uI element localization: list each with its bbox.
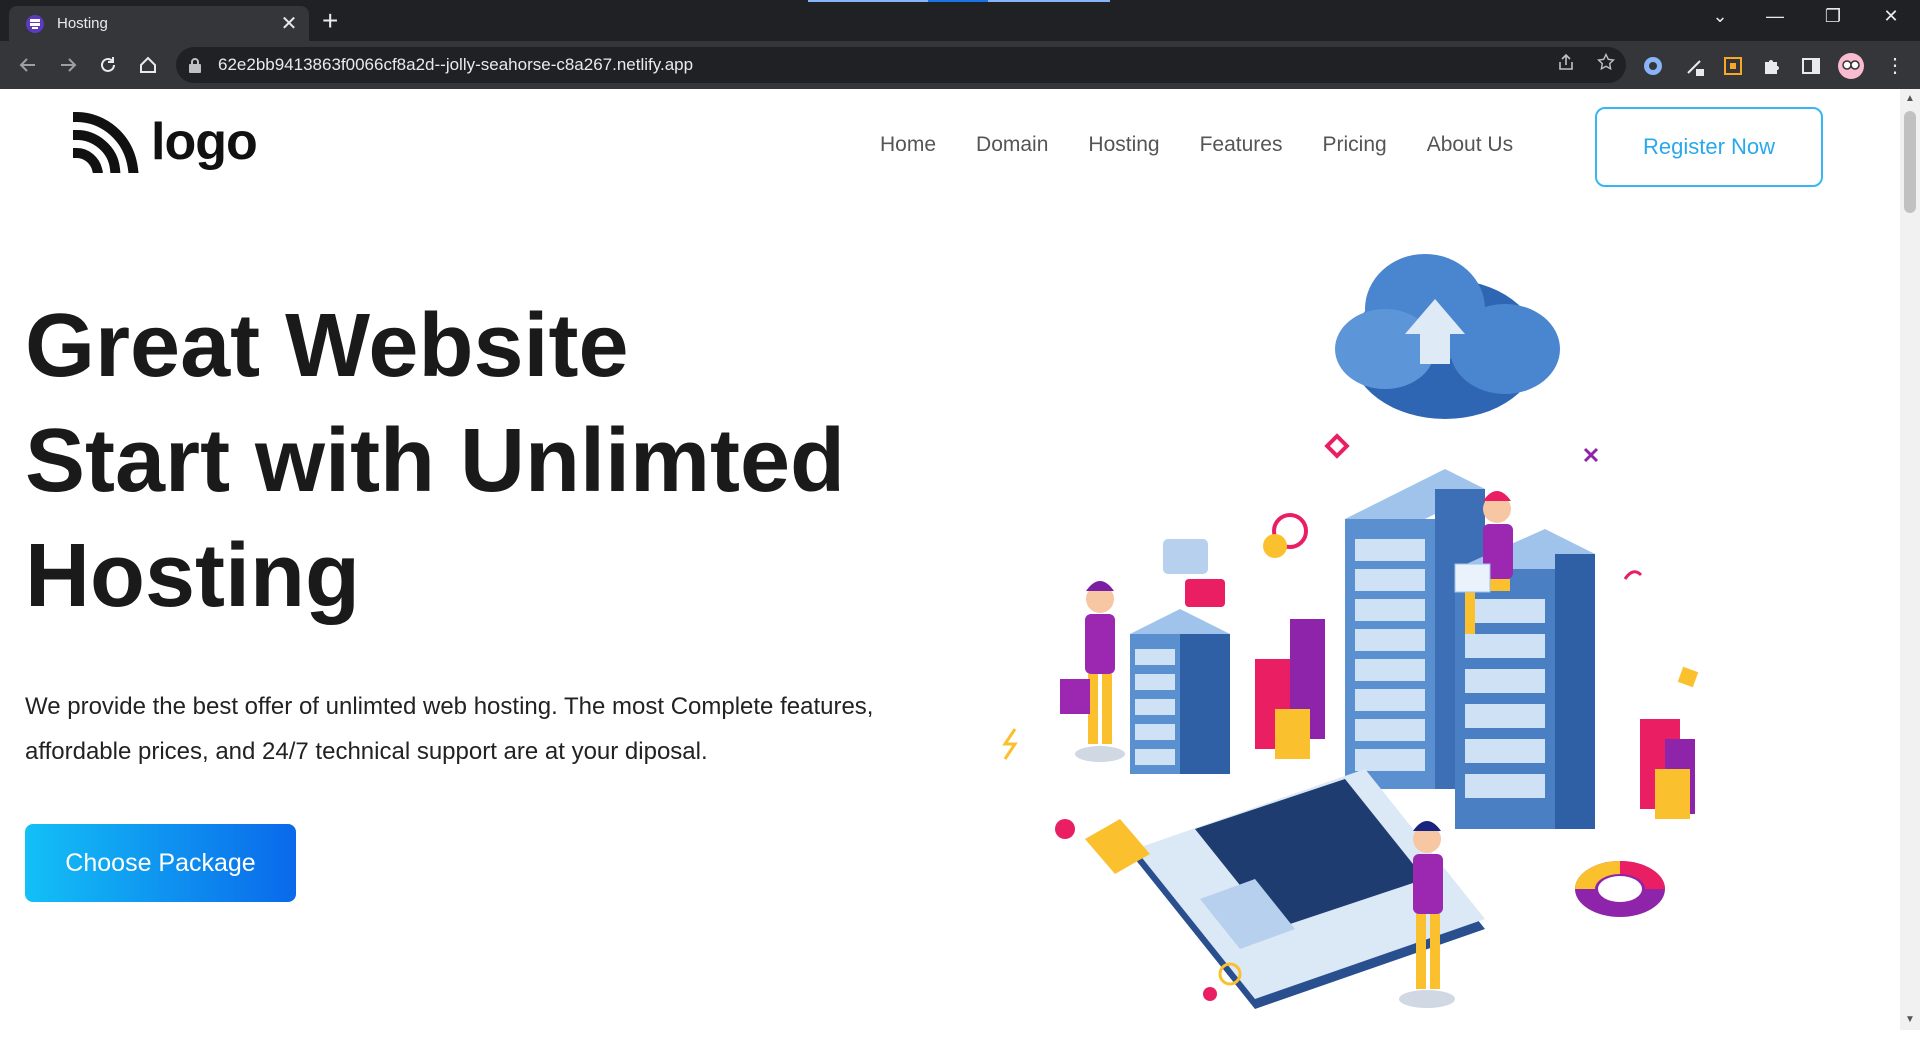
nav-home[interactable]: Home [880, 133, 936, 157]
menu-icon[interactable]: ⋮ [1880, 51, 1910, 81]
hero-title: Great Website Start with Unlimted Hostin… [25, 289, 845, 634]
tab-search-icon[interactable]: ⌄ [1700, 6, 1740, 27]
scroll-thumb[interactable] [1904, 111, 1916, 213]
choose-package-button[interactable]: Choose Package [25, 824, 296, 902]
pen-extension-icon[interactable] [1680, 51, 1710, 81]
nav-about-us[interactable]: About Us [1427, 133, 1513, 157]
forward-icon[interactable] [54, 51, 82, 79]
hero-description: We provide the best offer of unlimted we… [25, 693, 874, 765]
capture-extension-icon[interactable] [1718, 51, 1748, 81]
chat-bubble-icon [1163, 539, 1225, 607]
hero-title-line-1: Great Website [25, 296, 629, 396]
nav-pricing[interactable]: Pricing [1322, 133, 1386, 157]
hosting-illustration [1002, 254, 1699, 1009]
page-scrollbar[interactable]: ▲ ▼ [1900, 89, 1920, 1030]
tab-close-icon[interactable]: ✕ [275, 11, 303, 36]
restore-button[interactable]: ❐ [1813, 6, 1853, 27]
hosting-favicon-icon [26, 14, 44, 33]
sidebar-icon[interactable] [1796, 51, 1826, 81]
browser-toolbar: 62e2bb9413863f0066cf8a2d--jolly-seahorse… [0, 41, 1920, 89]
scroll-up-icon[interactable]: ▲ [1900, 89, 1920, 109]
nav-hosting[interactable]: Hosting [1088, 133, 1159, 157]
hero-title-line-3: Hosting [25, 526, 360, 626]
lock-icon [189, 58, 201, 73]
logo-mark-icon [73, 111, 139, 173]
browser-tab[interactable]: Hosting ✕ [9, 6, 309, 41]
tab-loading-indicator [808, 0, 1110, 2]
puzzle-icon[interactable] [1756, 51, 1786, 81]
nav-domain[interactable]: Domain [976, 133, 1048, 157]
address-bar[interactable]: 62e2bb9413863f0066cf8a2d--jolly-seahorse… [176, 47, 1626, 83]
donut-chart-icon [1575, 861, 1665, 917]
minimize-button[interactable]: — [1755, 6, 1795, 27]
person-left-figure [1060, 581, 1125, 762]
logo-text: logo [151, 113, 258, 171]
star-icon[interactable] [1586, 52, 1626, 77]
back-icon[interactable] [14, 51, 42, 79]
page: logo Home Domain Hosting Features Pricin… [0, 89, 1900, 1030]
new-tab-button[interactable]: + [322, 6, 338, 36]
home-icon[interactable] [134, 51, 162, 79]
close-window-button[interactable]: ✕ [1871, 6, 1911, 27]
profile-avatar[interactable] [1836, 51, 1866, 81]
scroll-down-icon[interactable]: ▼ [1900, 1010, 1920, 1030]
server-stack-left [1130, 609, 1230, 774]
tab-title: Hosting [57, 15, 108, 32]
browser-tab-bar: Hosting ✕ + ⌄ — ❐ ✕ [0, 0, 1920, 41]
register-now-button[interactable]: Register Now [1595, 107, 1823, 187]
envelope-icon [1055, 819, 1150, 874]
main-nav: Home Domain Hosting Features Pricing Abo… [880, 133, 1553, 157]
share-icon[interactable] [1546, 53, 1586, 77]
url-text: 62e2bb9413863f0066cf8a2d--jolly-seahorse… [218, 55, 694, 74]
extension-circle-icon[interactable] [1638, 51, 1668, 81]
cloud-upload-icon [1335, 254, 1560, 419]
site-logo[interactable]: logo [73, 111, 258, 173]
reload-icon[interactable] [94, 51, 122, 79]
nav-features[interactable]: Features [1200, 133, 1283, 157]
hero-title-line-2: Start with Unlimted [25, 411, 846, 511]
